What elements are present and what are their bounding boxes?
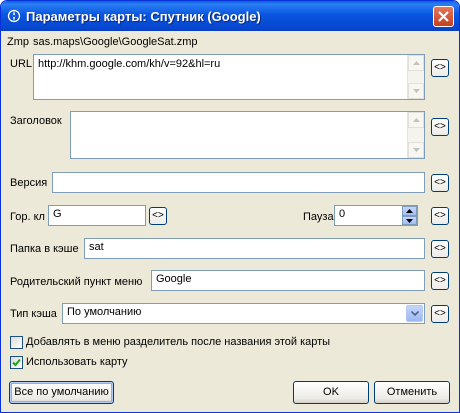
cache-folder-value: sat	[89, 241, 104, 253]
cache-type-value: По умолчанию	[67, 306, 142, 318]
title-bar[interactable]: Параметры карты: Спутник (Google)	[1, 1, 459, 31]
header-reset-button[interactable]: <>	[431, 118, 449, 136]
spin-up-button[interactable]	[402, 206, 417, 216]
chevron-down-icon	[411, 311, 419, 316]
pause-value: 0	[339, 208, 346, 220]
version-reset-button[interactable]: <>	[431, 174, 449, 192]
url-memo[interactable]: http://khm.google.com/kh/v=92&hl=ru	[33, 54, 425, 100]
url-value: http://khm.google.com/kh/v=92&hl=ru	[38, 58, 221, 70]
separator-checkbox[interactable]	[10, 336, 23, 349]
pause-reset-button[interactable]: <>	[431, 207, 449, 225]
spin-down-button[interactable]	[402, 215, 417, 225]
pause-spinner[interactable]: 0	[334, 205, 418, 226]
version-label: Версия	[10, 177, 48, 189]
defaults-button[interactable]: Все по умолчанию	[9, 381, 114, 404]
scroll-down-button[interactable]	[408, 83, 424, 99]
url-reset-button[interactable]: <>	[431, 59, 449, 77]
hotkey-input[interactable]: G	[48, 205, 146, 226]
hotkey-value: G	[53, 208, 62, 220]
cache-folder-input[interactable]: sat	[84, 238, 425, 259]
separator-checkbox-label[interactable]: Добавлять в меню разделитель после назва…	[26, 336, 330, 348]
arrow-up-icon	[413, 118, 420, 122]
header-scrollbar[interactable]	[407, 112, 424, 158]
use-map-checkbox-label[interactable]: Использовать карту	[26, 356, 128, 368]
header-label: Заголовок	[10, 115, 62, 127]
arrow-up-icon	[406, 209, 413, 213]
window-title: Параметры карты: Спутник (Google)	[26, 9, 261, 24]
cache-type-reset-button[interactable]: <>	[431, 305, 449, 323]
zmp-path: sas.maps\Google\GoogleSat.zmp	[33, 36, 198, 48]
scroll-up-button[interactable]	[408, 55, 424, 71]
arrow-up-icon	[413, 61, 420, 65]
ok-button[interactable]: OK	[293, 381, 369, 404]
dialog-window: Параметры карты: Спутник (Google) Zmp sa…	[0, 0, 460, 413]
close-button[interactable]	[433, 6, 454, 27]
scroll-up-button[interactable]	[408, 112, 424, 128]
cache-type-select[interactable]: По умолчанию	[62, 303, 425, 324]
cache-folder-reset-button[interactable]: <>	[431, 240, 449, 258]
zmp-label: Zmp	[7, 36, 29, 48]
parent-menu-input[interactable]: Google	[151, 270, 425, 291]
close-icon	[438, 11, 449, 22]
parent-menu-value: Google	[156, 273, 192, 285]
hotkey-reset-button[interactable]: <>	[149, 207, 167, 225]
cancel-button[interactable]: Отменить	[374, 381, 450, 404]
dropdown-button[interactable]	[406, 305, 423, 322]
version-input[interactable]	[52, 172, 425, 193]
use-map-checkbox[interactable]	[10, 356, 23, 369]
app-icon	[7, 9, 21, 23]
dialog-body: Zmp sas.maps\Google\GoogleSat.zmp URL ht…	[4, 31, 456, 409]
pause-spin-buttons[interactable]	[402, 206, 417, 225]
arrow-down-icon	[406, 218, 413, 223]
url-scrollbar[interactable]	[407, 55, 424, 99]
arrow-down-icon	[413, 148, 420, 152]
pause-label: Пауза	[303, 211, 334, 223]
cache-type-label: Тип кэша	[10, 308, 57, 320]
arrow-down-icon	[413, 89, 420, 93]
checkmark-icon	[12, 358, 21, 367]
header-memo[interactable]	[70, 111, 425, 159]
url-label: URL	[10, 58, 33, 70]
hotkey-label: Гор. кл	[10, 211, 45, 223]
cache-folder-label: Папка в кэше	[10, 243, 79, 255]
parent-menu-reset-button[interactable]: <>	[431, 272, 449, 290]
parent-menu-label: Родительский пункт меню	[10, 276, 143, 288]
scroll-down-button[interactable]	[408, 142, 424, 158]
